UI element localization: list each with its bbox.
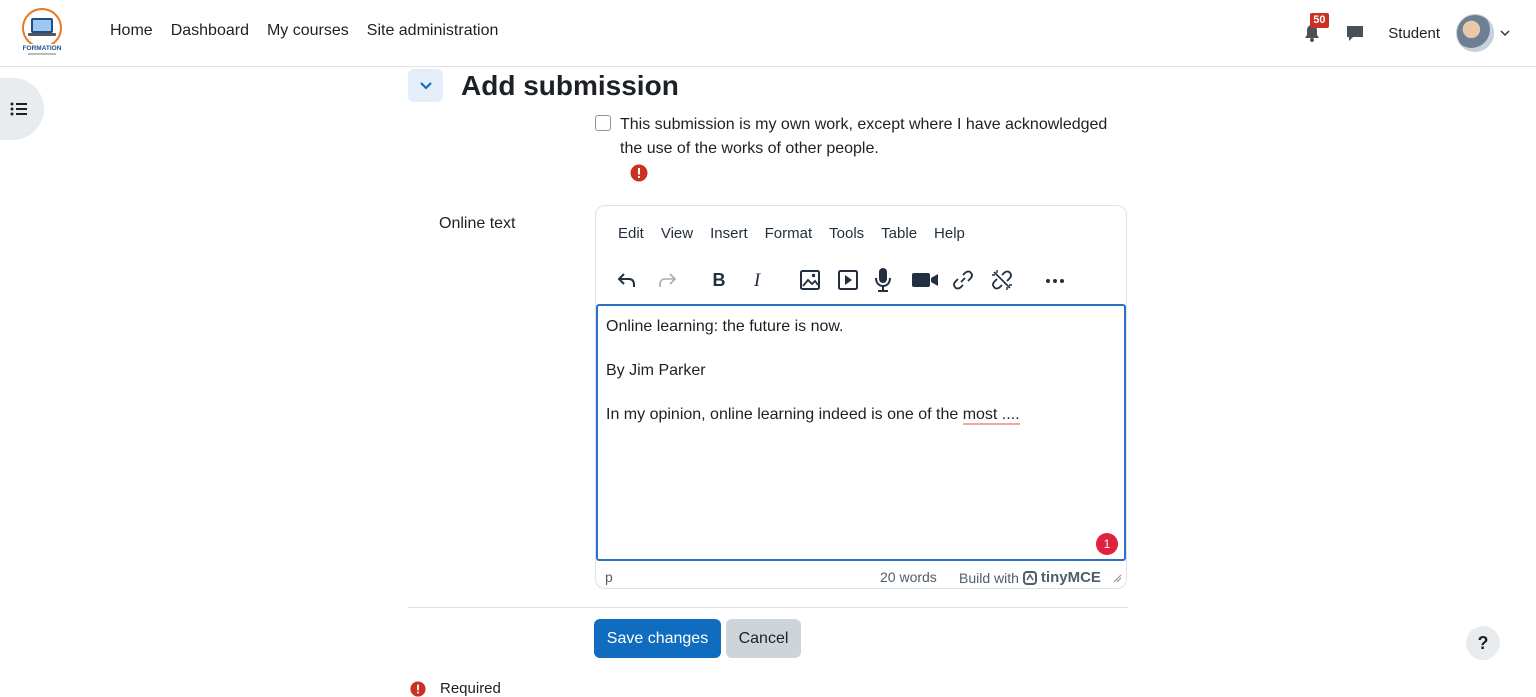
italic-icon: I	[753, 270, 762, 291]
menu-table[interactable]: Table	[881, 225, 917, 242]
image-icon	[800, 270, 820, 290]
tinymce-logo-icon	[1022, 570, 1037, 585]
content-paragraph: In my opinion, online learning indeed is…	[606, 404, 1116, 426]
error-icon	[630, 164, 648, 182]
accessibility-issue-badge[interactable]: 1	[1096, 533, 1118, 555]
site-logo[interactable]: FORMATION	[18, 6, 66, 60]
nav-site-administration[interactable]: Site administration	[367, 22, 499, 40]
nav-my-courses[interactable]: My courses	[267, 22, 349, 40]
insert-link-button[interactable]	[948, 265, 978, 295]
menu-edit[interactable]: Edit	[618, 225, 644, 242]
svg-text:I: I	[753, 270, 762, 291]
editor-menubar: Edit View Insert Format Tools Table Help	[618, 225, 965, 242]
menu-insert[interactable]: Insert	[710, 225, 748, 242]
media-icon	[838, 270, 858, 290]
notifications-button[interactable]: 50	[1300, 13, 1329, 45]
menu-tools[interactable]: Tools	[829, 225, 864, 242]
svg-text:B: B	[713, 270, 726, 290]
spellcheck-highlight[interactable]: most ....	[962, 406, 1020, 425]
tinymce-brand-name: tinyMCE	[1040, 569, 1101, 586]
link-icon	[953, 270, 973, 290]
tinymce-branding[interactable]: Build with tinyMCE	[959, 569, 1101, 586]
chat-icon	[1347, 26, 1364, 41]
top-navbar: FORMATION Home Dashboard My courses Site…	[0, 0, 1536, 67]
resize-handle-icon[interactable]	[1112, 573, 1122, 583]
branding-text: Build with	[959, 569, 1019, 586]
menu-help[interactable]: Help	[934, 225, 965, 242]
list-icon	[10, 102, 27, 116]
record-audio-button[interactable]	[868, 265, 898, 295]
unlink-button[interactable]	[987, 265, 1017, 295]
acknowledgement-label[interactable]: This submission is my own work, except w…	[620, 113, 1130, 161]
error-icon	[410, 680, 426, 697]
bold-button[interactable]: B	[704, 265, 734, 295]
menu-format[interactable]: Format	[765, 225, 813, 242]
chevron-down-icon	[419, 81, 432, 90]
content-paragraph: By Jim Parker	[606, 362, 706, 379]
italic-button[interactable]: I	[742, 265, 772, 295]
microphone-icon	[875, 268, 891, 292]
section-title: Add submission	[461, 70, 679, 101]
element-path[interactable]: p	[605, 569, 613, 585]
required-label: Required	[440, 680, 501, 697]
chevron-down-icon[interactable]	[1500, 28, 1510, 38]
more-horizontal-icon	[1046, 279, 1064, 283]
online-text-label: Online text	[439, 215, 516, 232]
word-count[interactable]: 20 words	[880, 569, 937, 585]
menu-view[interactable]: View	[661, 225, 693, 242]
course-index-toggle[interactable]	[0, 78, 44, 140]
user-menu-area: 50 Student	[1300, 12, 1510, 54]
record-video-button[interactable]	[910, 265, 940, 295]
svg-text:FORMATION: FORMATION	[23, 45, 62, 52]
editor-content-area[interactable]: Online learning: the future is now. By J…	[596, 304, 1126, 561]
redo-button[interactable]	[652, 265, 682, 295]
section-collapse-button[interactable]	[408, 69, 443, 102]
redo-icon	[659, 273, 677, 287]
primary-navigation: Home Dashboard My courses Site administr…	[110, 22, 498, 40]
undo-button[interactable]	[612, 265, 642, 295]
form-divider	[408, 607, 1128, 608]
required-legend: Required	[410, 680, 501, 697]
user-name[interactable]: Student	[1388, 25, 1440, 42]
more-toolbar-button[interactable]	[1040, 265, 1070, 295]
cancel-button[interactable]: Cancel	[726, 619, 801, 658]
editor-toolbar: B I	[596, 262, 1126, 302]
unlink-icon	[992, 270, 1012, 290]
insert-media-button[interactable]	[833, 265, 863, 295]
nav-home[interactable]: Home	[110, 22, 153, 40]
insert-image-button[interactable]	[795, 265, 825, 295]
messages-button[interactable]	[1344, 22, 1366, 44]
undo-icon	[617, 273, 635, 287]
rich-text-editor: Edit View Insert Format Tools Table Help…	[595, 205, 1127, 589]
bold-icon: B	[713, 270, 726, 290]
help-button[interactable]: ?	[1466, 626, 1500, 660]
content-text: In my opinion, online learning indeed is…	[606, 406, 963, 423]
video-camera-icon	[912, 273, 938, 287]
nav-dashboard[interactable]: Dashboard	[171, 22, 249, 40]
acknowledgement-checkbox[interactable]	[595, 115, 611, 131]
content-paragraph: Online learning: the future is now.	[606, 318, 844, 335]
editor-statusbar: p 20 words Build with tinyMCE	[596, 566, 1126, 588]
notification-count-badge: 50	[1310, 13, 1329, 28]
avatar[interactable]	[1456, 14, 1494, 52]
save-changes-button[interactable]: Save changes	[594, 619, 721, 658]
